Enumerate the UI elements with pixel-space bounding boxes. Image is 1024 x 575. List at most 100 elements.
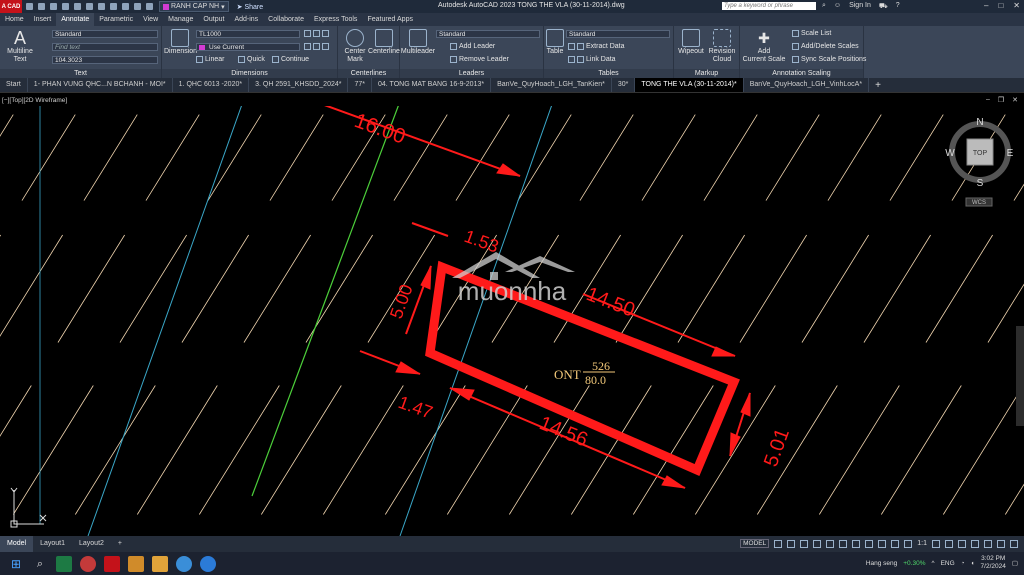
- sync-scale-positions-button[interactable]: Sync Scale Positions: [792, 56, 866, 63]
- doc-tab[interactable]: Start: [0, 78, 28, 92]
- find-text-input[interactable]: Find text: [52, 43, 158, 51]
- search-input[interactable]: Type a keyword or phrase: [722, 2, 816, 10]
- workspace-dropdown[interactable]: RANH CAP NH ▾: [159, 1, 229, 12]
- doc-tab[interactable]: 77*: [348, 78, 372, 92]
- volume-icon[interactable]: ◖: [971, 560, 975, 567]
- add-current-scale-button[interactable]: ✚ Add Current Scale: [742, 29, 786, 64]
- text-panel-label[interactable]: Text: [0, 69, 161, 78]
- mleader-style-select[interactable]: Standard: [436, 30, 540, 38]
- saveas-icon[interactable]: [62, 3, 69, 10]
- dimensions-panel-label[interactable]: Dimensions: [162, 69, 337, 78]
- doc-tab[interactable]: 1- PHAN VUNG QHC...N BCHANH - MOI*: [28, 78, 173, 92]
- tab-view[interactable]: View: [138, 13, 163, 26]
- link-data-button[interactable]: Link Data: [568, 56, 616, 63]
- tab-output[interactable]: Output: [198, 13, 229, 26]
- tab-featured-apps[interactable]: Featured Apps: [362, 13, 418, 26]
- share-button[interactable]: ➤ Share: [237, 3, 264, 11]
- model-space-button[interactable]: MODEL: [740, 539, 770, 548]
- bulb-icon[interactable]: [134, 3, 141, 10]
- navigation-bar[interactable]: [1016, 326, 1024, 426]
- tray-chevron-icon[interactable]: ^: [932, 560, 935, 567]
- open-icon[interactable]: [38, 3, 45, 10]
- dimstyle-select[interactable]: TL1000: [196, 30, 300, 38]
- tab-model[interactable]: Model: [0, 536, 34, 552]
- dim-tool-icon[interactable]: [304, 30, 311, 37]
- dim-tool-icon[interactable]: [304, 43, 311, 50]
- centerline-button[interactable]: Centerline: [368, 29, 400, 56]
- doc-tab[interactable]: 04. TONG MAT BANG 16-9-2013*: [372, 78, 492, 92]
- edge-icon[interactable]: [200, 555, 216, 572]
- autocad-taskbar-icon[interactable]: [104, 555, 120, 572]
- quick-properties-icon[interactable]: [971, 539, 979, 548]
- snap-icon[interactable]: [787, 539, 796, 548]
- customize-icon[interactable]: [1010, 539, 1018, 548]
- dim-tool-icon[interactable]: [322, 43, 329, 50]
- redo-icon[interactable]: [110, 3, 117, 10]
- tab-express-tools[interactable]: Express Tools: [309, 13, 362, 26]
- doc-tab-active[interactable]: TONG THE VLA (30-11-2014)*: [635, 78, 744, 92]
- viewcube[interactable]: TOP N S W E WCS: [945, 117, 1014, 207]
- vp-close-icon[interactable]: ✕: [1012, 96, 1018, 104]
- quick-button[interactable]: Quick: [238, 56, 265, 63]
- extract-data-button[interactable]: Extract Data: [568, 43, 625, 50]
- sun-icon[interactable]: [146, 3, 153, 10]
- signin-label[interactable]: Sign In: [849, 2, 871, 11]
- table-button[interactable]: Table: [544, 29, 566, 56]
- cart-icon[interactable]: ⛟: [879, 2, 888, 11]
- tab-layout2[interactable]: Layout2: [72, 536, 111, 552]
- polar-icon[interactable]: [813, 539, 822, 548]
- units-icon[interactable]: [958, 539, 966, 548]
- tab-addins[interactable]: Add-ins: [229, 13, 263, 26]
- excel-icon[interactable]: [56, 555, 72, 572]
- save-icon[interactable]: [50, 3, 57, 10]
- stock-label[interactable]: Hang seng: [866, 560, 897, 567]
- search-icon[interactable]: ⌕: [822, 2, 826, 11]
- language-indicator[interactable]: ENG: [941, 560, 955, 567]
- web-icon[interactable]: [74, 3, 81, 10]
- chrome-icon[interactable]: [176, 555, 192, 572]
- transparency-icon[interactable]: [878, 539, 887, 548]
- autocad-logo[interactable]: A CAD: [0, 0, 22, 13]
- multiline-text-button[interactable]: A Multiline Text: [4, 29, 36, 64]
- new-tab-plus-icon[interactable]: +: [869, 80, 887, 91]
- clock[interactable]: 3:02 PM 7/2/2024: [981, 555, 1006, 571]
- undo-icon[interactable]: [98, 3, 105, 10]
- maximize-icon[interactable]: □: [998, 1, 1003, 10]
- tab-collaborate[interactable]: Collaborate: [263, 13, 309, 26]
- vp-restore-icon[interactable]: ❐: [998, 96, 1004, 104]
- layer-icon[interactable]: [122, 3, 129, 10]
- print-icon[interactable]: [86, 3, 93, 10]
- doc-tab[interactable]: BanVe_QuyHoach_LGH_TanKien*: [491, 78, 612, 92]
- tab-home[interactable]: Home: [0, 13, 29, 26]
- leaders-panel-label[interactable]: Leaders: [400, 69, 543, 78]
- dim-tool-icon[interactable]: [313, 43, 320, 50]
- otrack-icon[interactable]: [852, 539, 861, 548]
- text-height-input[interactable]: 104.3023: [52, 56, 158, 64]
- multileader-button[interactable]: Multileader: [400, 29, 436, 56]
- app-icon[interactable]: [80, 555, 96, 572]
- close-icon[interactable]: ✕: [1013, 1, 1020, 10]
- doc-tab[interactable]: 3. QH 2591_KHSDD_2024*: [249, 78, 349, 92]
- workspace-icon[interactable]: [945, 539, 953, 548]
- help-icon[interactable]: ?: [896, 2, 900, 11]
- dim-layer-select[interactable]: Use Current: [196, 43, 300, 51]
- drawing-canvas[interactable]: muonnha 16.00 1.53 5.00 14.50 1.47 14.56…: [0, 106, 1024, 536]
- grid-icon[interactable]: [774, 539, 783, 548]
- add-leader-button[interactable]: Add Leader: [450, 43, 495, 50]
- user-icon[interactable]: ☺: [834, 2, 841, 11]
- doc-tab[interactable]: BanVe_QuyHoach_LGH_VinhLocA*: [744, 78, 870, 92]
- dim-tool-icon[interactable]: [322, 30, 329, 37]
- folder-icon[interactable]: [152, 555, 168, 572]
- vp-minimize-icon[interactable]: –: [986, 96, 990, 104]
- tab-annotate[interactable]: Annotate: [56, 12, 95, 27]
- notification-icon[interactable]: ▢: [1012, 559, 1018, 567]
- isodraft-icon[interactable]: [826, 539, 835, 548]
- new-icon[interactable]: [26, 3, 33, 10]
- scale-list-button[interactable]: Scale List: [792, 30, 831, 37]
- selection-cycling-icon[interactable]: [891, 539, 900, 548]
- annotation-scale[interactable]: 1:1: [917, 540, 927, 547]
- continue-button[interactable]: Continue: [272, 56, 309, 63]
- add-layout-plus-icon[interactable]: +: [111, 536, 129, 552]
- annotation-visibility-icon[interactable]: [904, 539, 913, 548]
- windows-start-icon[interactable]: ⊞: [8, 555, 24, 572]
